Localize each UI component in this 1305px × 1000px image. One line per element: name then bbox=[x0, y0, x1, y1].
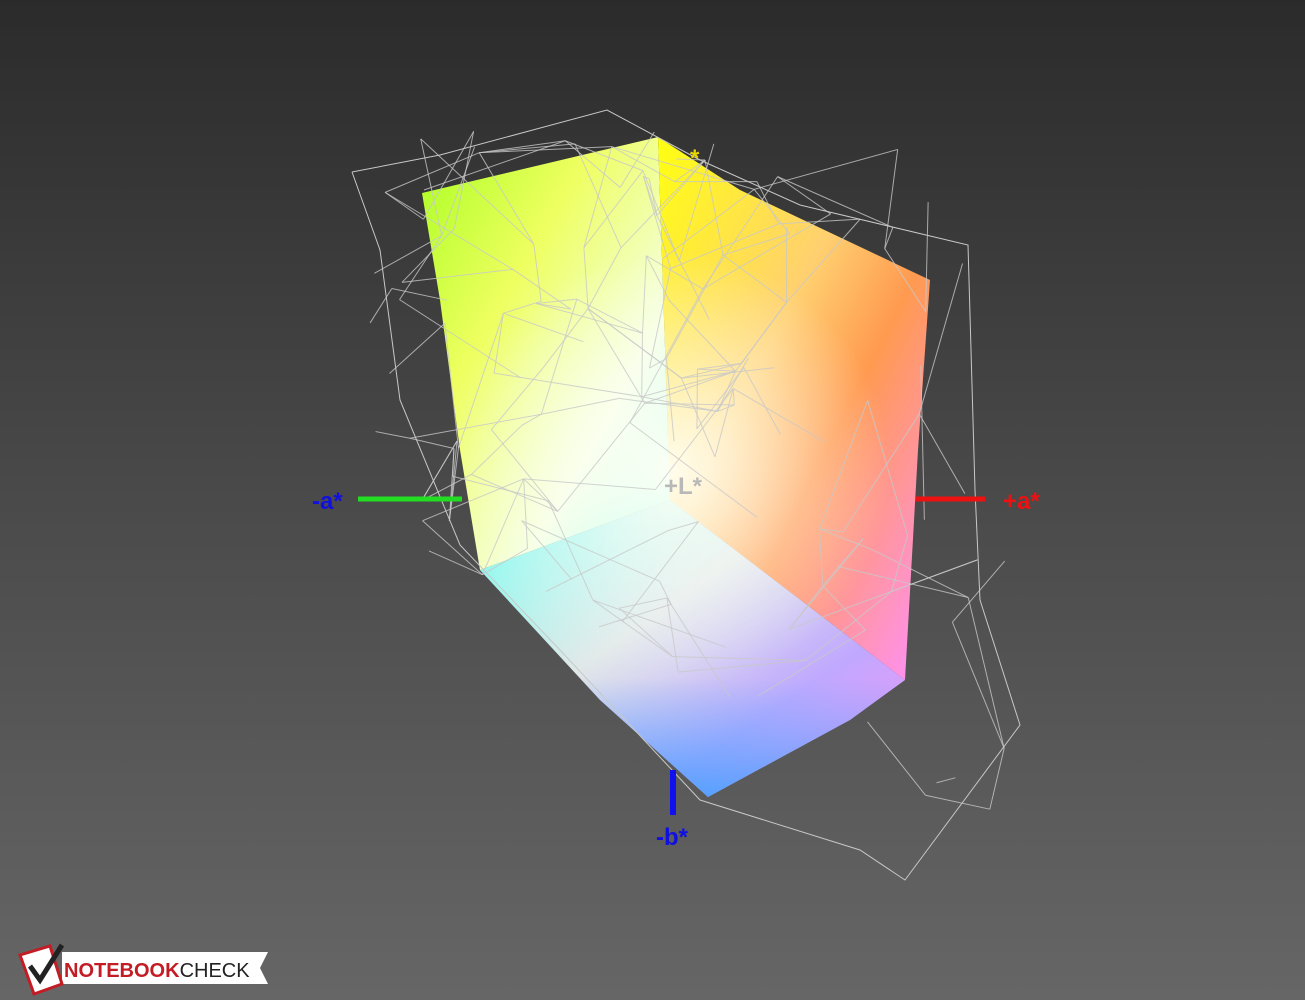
pos-b-label: * bbox=[690, 145, 700, 172]
gamut-3d-view: -a* +a* -b* * +L* NOTEBOOKCHECK bbox=[18, 109, 1040, 996]
notebookcheck-logo: NOTEBOOKCHECK bbox=[18, 943, 268, 996]
gamut-solid bbox=[422, 137, 930, 797]
neg-a-label: -a* bbox=[312, 488, 343, 515]
wireframe-edge bbox=[409, 437, 455, 450]
wireframe-edge bbox=[428, 550, 483, 576]
wireframe-edge bbox=[918, 413, 966, 494]
gamut-white-point-glow bbox=[422, 137, 930, 797]
wireframe-edge bbox=[936, 777, 956, 784]
wireframe-edge bbox=[989, 748, 1005, 810]
wireframe-edge bbox=[479, 143, 576, 154]
wireframe-edge bbox=[884, 149, 899, 249]
pos-l-label: +L* bbox=[664, 473, 703, 500]
wireframe-edge bbox=[925, 794, 990, 810]
logo-text-check: CHECK bbox=[180, 960, 251, 982]
logo-text: NOTEBOOKCHECK bbox=[64, 960, 250, 982]
wireframe-edge bbox=[867, 721, 926, 796]
wireframe-edge bbox=[696, 369, 698, 429]
neg-b-label: -b* bbox=[656, 824, 689, 851]
logo-text-notebook: NOTEBOOK bbox=[64, 960, 180, 982]
wireframe-edge bbox=[389, 322, 446, 374]
pos-a-label: +a* bbox=[1003, 488, 1040, 515]
wireframe-edge bbox=[754, 148, 898, 190]
wireframe-edge bbox=[375, 431, 411, 439]
